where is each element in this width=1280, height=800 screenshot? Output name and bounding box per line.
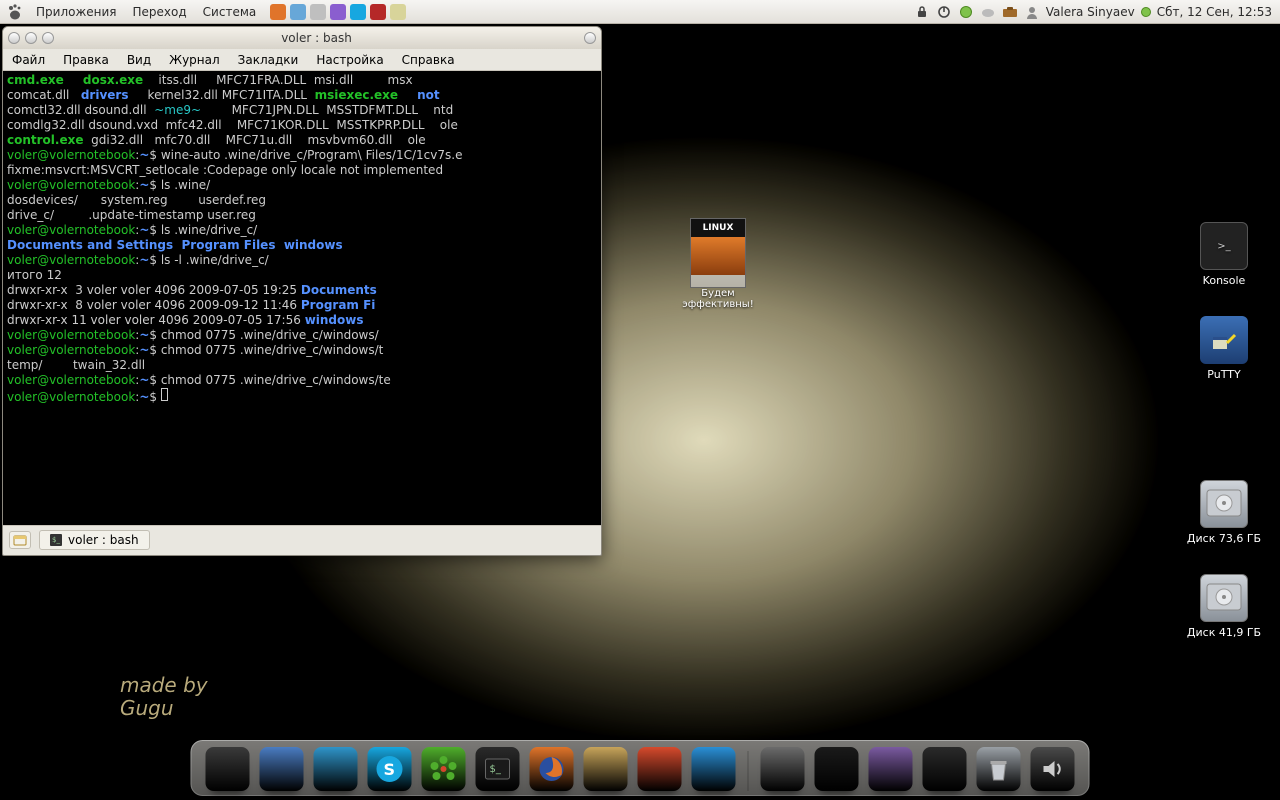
power-icon[interactable] — [936, 4, 952, 20]
thumbnail-banner: LINUX — [691, 219, 745, 237]
svg-text:$_: $_ — [52, 536, 60, 544]
desktop-icon-disk1[interactable]: Диск 73,6 ГБ — [1184, 480, 1264, 545]
disk1-icon — [1200, 480, 1248, 528]
dock-files-icon[interactable] — [260, 747, 304, 791]
clock-label[interactable]: Сбт, 12 Сен, 12:53 — [1157, 5, 1272, 19]
skype-icon[interactable] — [350, 4, 366, 20]
dock-photo2-icon[interactable] — [815, 747, 859, 791]
wallpaper-signature: made by Gugu — [120, 674, 208, 720]
icon-label: PuTTY — [1184, 368, 1264, 381]
term-menu-4[interactable]: Закладки — [229, 53, 308, 67]
bottom-dock: S $_ — [191, 740, 1090, 796]
demo-icon[interactable] — [310, 4, 326, 20]
svg-text:S: S — [384, 760, 396, 779]
file-thumbnail: LINUX — [690, 218, 746, 288]
dock-photo3-icon[interactable] — [869, 747, 913, 791]
gnome-foot-icon[interactable] — [6, 3, 24, 21]
terminal-output[interactable]: cmd.exe dosx.exe itss.dll MFC71FRA.DLL m… — [3, 71, 601, 525]
desktop-file-linuxmag[interactable]: LINUX Будем эффективны! — [682, 218, 754, 310]
menu-applications[interactable]: Приложения — [28, 5, 125, 19]
pidgin-icon[interactable] — [330, 4, 346, 20]
term-menu-1[interactable]: Правка — [54, 53, 118, 67]
dock-icq-icon[interactable] — [422, 747, 466, 791]
lock-icon[interactable] — [914, 4, 930, 20]
weather-icon[interactable] — [980, 4, 996, 20]
icon-label: Диск 41,9 ГБ — [1184, 626, 1264, 639]
dock-firefox-icon[interactable] — [530, 747, 574, 791]
file-caption: Будем эффективны! — [682, 288, 754, 310]
term-menu-6[interactable]: Справка — [393, 53, 464, 67]
window-min-button[interactable] — [25, 32, 37, 44]
weather-icon[interactable] — [290, 4, 306, 20]
konsole-titlebar[interactable]: voler : bash — [3, 27, 601, 49]
dock-separator — [748, 751, 749, 791]
menu-system[interactable]: Система — [195, 5, 265, 19]
dock-photo1-icon[interactable] — [761, 747, 805, 791]
dock-torrent-icon[interactable] — [692, 747, 736, 791]
username-label[interactable]: Valera Sinyaev — [1046, 5, 1135, 19]
status-green-icon[interactable] — [958, 4, 974, 20]
konsole-icon: >_ — [1200, 222, 1248, 270]
konsole-window: voler : bash ФайлПравкаВидЖурналЗакладки… — [2, 26, 602, 556]
putty-icon — [1200, 316, 1248, 364]
icon-label: Konsole — [1184, 274, 1264, 287]
window-menu-button[interactable] — [8, 32, 20, 44]
konsole-tabbar: $_ voler : bash — [3, 525, 601, 553]
desktop-icon-disk2[interactable]: Диск 41,9 ГБ — [1184, 574, 1264, 639]
window-close-button[interactable] — [584, 32, 596, 44]
dock-xchat-icon[interactable] — [638, 747, 682, 791]
term-menu-0[interactable]: Файл — [3, 53, 54, 67]
dock-gnome-foot-icon[interactable] — [206, 747, 250, 791]
desktop-icon-putty[interactable]: PuTTY — [1184, 316, 1264, 381]
icon-label: Диск 73,6 ГБ — [1184, 532, 1264, 545]
mozilla-icon[interactable] — [270, 4, 286, 20]
gnome-top-panel: Приложения Переход Система Valera Sinyae… — [0, 0, 1280, 24]
dock-photo4-icon[interactable] — [923, 747, 967, 791]
dock-terminal-icon[interactable]: $_ — [476, 747, 520, 791]
user-avatar-icon[interactable] — [1024, 4, 1040, 20]
dock-amarok-icon[interactable] — [314, 747, 358, 791]
dock-volume-icon[interactable] — [1031, 747, 1075, 791]
svg-text:$_: $_ — [490, 764, 502, 775]
window-title: voler : bash — [54, 31, 579, 45]
dock-gimp-icon[interactable] — [584, 747, 628, 791]
terminal-icon: $_ — [50, 534, 62, 546]
menu-places[interactable]: Переход — [125, 5, 195, 19]
term-menu-5[interactable]: Настройка — [307, 53, 392, 67]
dock-skype-icon[interactable]: S — [368, 747, 412, 791]
desktop-icon-konsole[interactable]: >_ Konsole — [1184, 222, 1264, 287]
disk2-icon — [1200, 574, 1248, 622]
term-menu-3[interactable]: Журнал — [160, 53, 229, 67]
konsole-menubar: ФайлПравкаВидЖурналЗакладкиНастройкаСпра… — [3, 49, 601, 71]
term-menu-2[interactable]: Вид — [118, 53, 160, 67]
filezilla-icon[interactable] — [370, 4, 386, 20]
window-max-button[interactable] — [42, 32, 54, 44]
tab-label: voler : bash — [68, 533, 139, 547]
briefcase-icon[interactable] — [1002, 4, 1018, 20]
new-tab-button[interactable] — [9, 531, 31, 549]
note-icon[interactable] — [390, 4, 406, 20]
terminal-tab[interactable]: $_ voler : bash — [39, 530, 150, 550]
presence-indicator-icon[interactable] — [1141, 7, 1151, 17]
dock-trash-icon[interactable] — [977, 747, 1021, 791]
